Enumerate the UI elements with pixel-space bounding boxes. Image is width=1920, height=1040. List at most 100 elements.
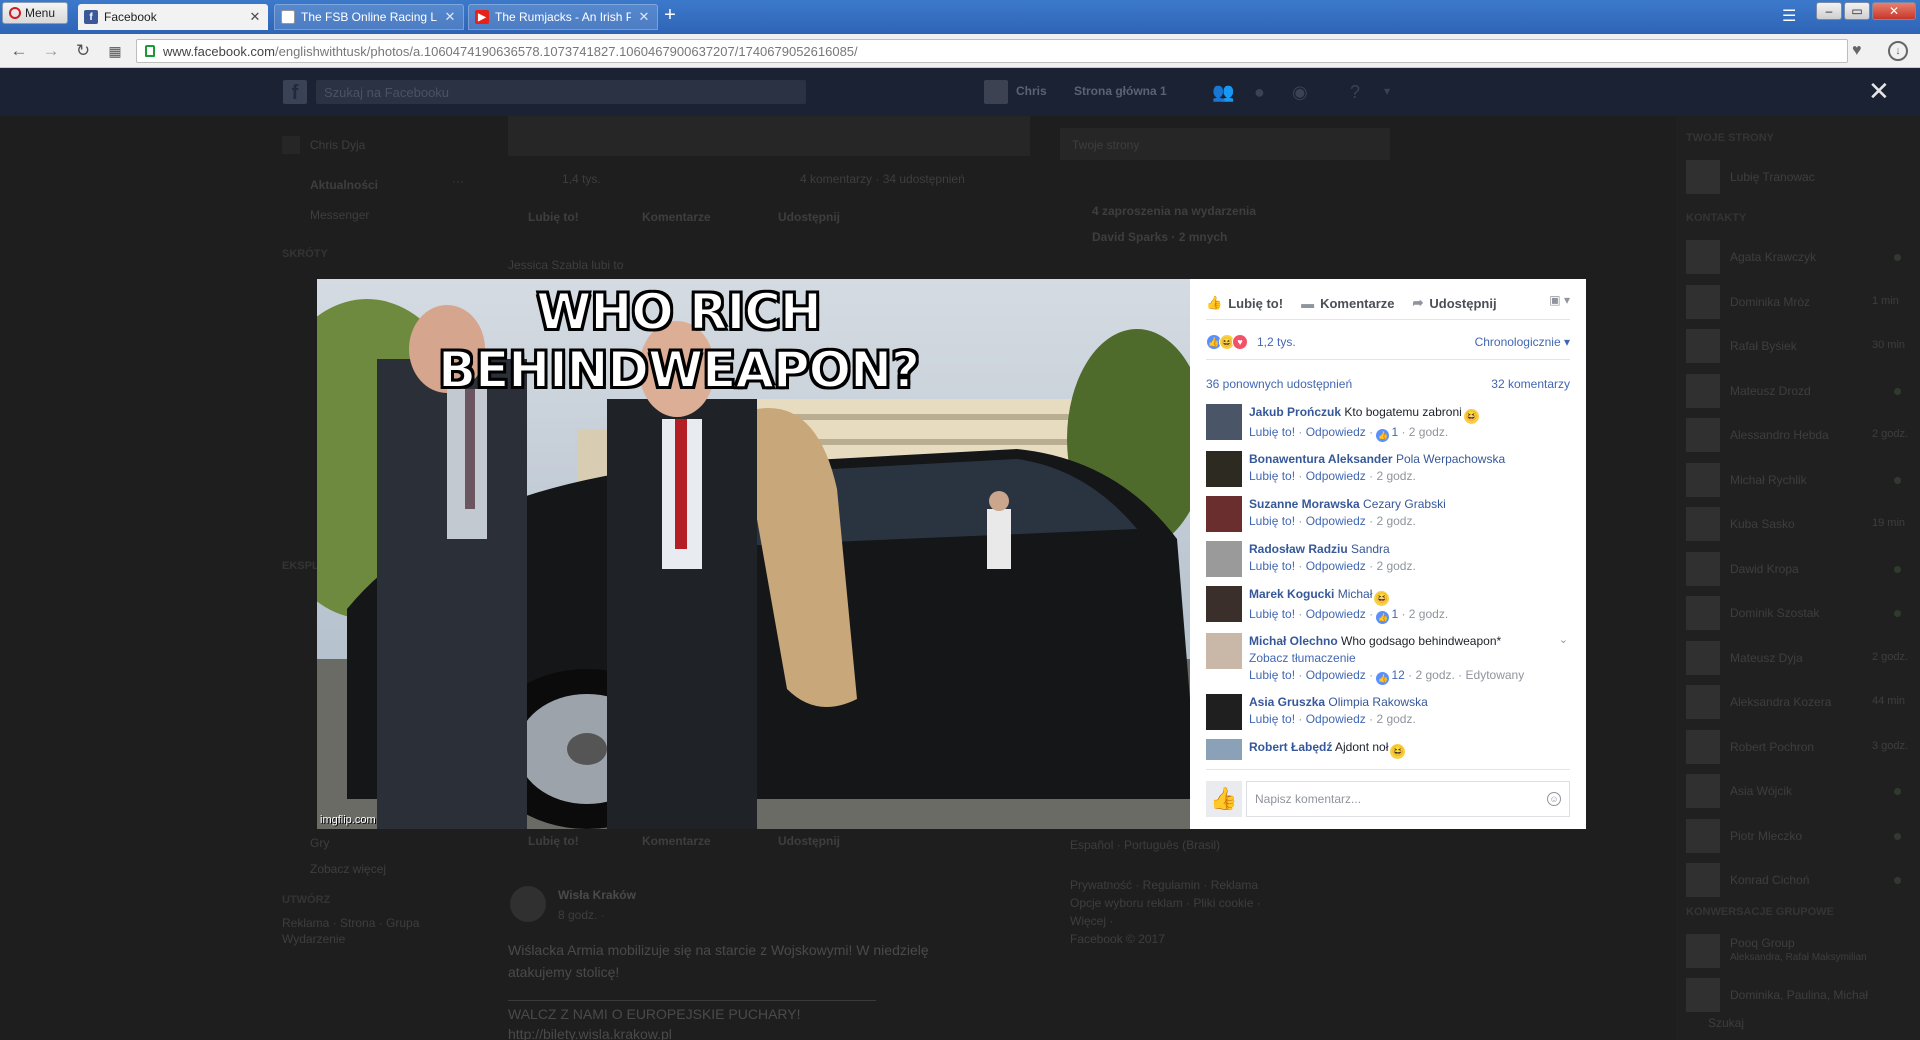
your-pages-label[interactable]: Twoje strony: [1072, 138, 1139, 152]
comment-likes[interactable]: 👍 1: [1376, 425, 1398, 442]
window-close-button[interactable]: ✕: [1872, 2, 1916, 20]
reaction-summary[interactable]: 👍 😆 ♥ 1,2 tys.: [1206, 334, 1296, 350]
left-nav-profile[interactable]: Chris Dyja: [310, 138, 365, 152]
comment-reply-link[interactable]: Odpowiedz: [1306, 607, 1366, 621]
contact-name[interactable]: Aleksandra Kozera: [1730, 695, 1831, 709]
contact-avatar[interactable]: [1686, 329, 1720, 363]
left-nav-more-icon[interactable]: ···: [452, 174, 464, 188]
comment-like-link[interactable]: Lubię to!: [1249, 668, 1295, 682]
messages-icon[interactable]: ●: [1254, 82, 1265, 103]
comment-text[interactable]: Michał: [1338, 587, 1373, 601]
commenter-avatar[interactable]: [1206, 586, 1242, 622]
tab-menu-icon[interactable]: ☰: [1782, 6, 1796, 26]
page-avatar[interactable]: [1686, 160, 1720, 194]
comment-input[interactable]: Napisz komentarz... ☺: [1246, 781, 1570, 817]
comment-text[interactable]: Cezary Grabski: [1363, 497, 1446, 511]
group-name-1[interactable]: Pooq Group: [1730, 936, 1795, 950]
contact-name[interactable]: Konrad Cichoń: [1730, 873, 1809, 887]
comment-like-link[interactable]: Lubię to!: [1249, 607, 1295, 621]
contact-name[interactable]: Mateusz Dyja: [1730, 651, 1803, 665]
account-menu-icon[interactable]: ▾: [1384, 84, 1390, 98]
commenter-avatar[interactable]: [1206, 404, 1242, 440]
comment-time[interactable]: 2 godz.: [1376, 559, 1415, 573]
group-avatar-2[interactable]: [1686, 978, 1720, 1012]
comment-reply-link[interactable]: Odpowiedz: [1306, 559, 1366, 573]
post2-link[interactable]: http://bilety.wisla.krakow.pl: [508, 1026, 672, 1040]
see-translation-link[interactable]: Zobacz tłumaczenie: [1249, 651, 1356, 665]
feed-comment-button[interactable]: Komentarze: [642, 210, 711, 224]
feed-comment-button-2[interactable]: Komentarze: [642, 834, 711, 848]
contact-name[interactable]: Agata Krawczyk: [1730, 250, 1816, 264]
tab-close-icon[interactable]: ✕: [443, 9, 457, 25]
comment-like-link[interactable]: Lubię to!: [1249, 469, 1295, 483]
contact-name[interactable]: Michał Rychlik: [1730, 473, 1807, 487]
notifications-icon[interactable]: ◉: [1292, 82, 1308, 103]
commenter-avatar[interactable]: [1206, 633, 1242, 669]
comment-reply-link[interactable]: Odpowiedz: [1306, 425, 1366, 439]
tab-rumjacks[interactable]: ▶ The Rumjacks - An Irish Pu ✕: [468, 4, 658, 30]
languages[interactable]: Español · Português (Brasil): [1070, 838, 1220, 852]
comment-order-dropdown[interactable]: Chronologicznie ▾: [1475, 335, 1570, 349]
contact-name[interactable]: Alessandro Hebda: [1730, 428, 1829, 442]
emoji-picker-icon[interactable]: ☺: [1547, 792, 1561, 806]
shares-link[interactable]: 36 ponownych udostępnień: [1206, 377, 1352, 391]
contact-avatar[interactable]: [1686, 818, 1720, 853]
commenter-name[interactable]: Asia Gruszka: [1249, 695, 1325, 709]
left-nav-news-feed[interactable]: Aktualności: [310, 178, 378, 192]
left-nav-messenger[interactable]: Messenger: [310, 208, 369, 222]
contact-avatar[interactable]: [1686, 507, 1720, 541]
reload-icon[interactable]: ↻: [72, 41, 94, 61]
speed-dial-icon[interactable]: ▦: [104, 41, 126, 61]
photo-comment-button[interactable]: ▬ Komentarze: [1301, 296, 1394, 311]
feed-like-button-2[interactable]: Lubię to!: [528, 834, 579, 848]
comment-likes[interactable]: 👍 1: [1376, 607, 1398, 624]
chat-search-input[interactable]: Szukaj: [1708, 1016, 1744, 1030]
contact-avatar[interactable]: [1686, 462, 1720, 497]
contact-avatar[interactable]: [1686, 729, 1720, 764]
reaction-count[interactable]: 1,2 tys.: [1257, 335, 1296, 349]
create-event[interactable]: Wydarzenie: [282, 932, 345, 946]
group-name-2[interactable]: Dominika, Paulina, Michał: [1730, 988, 1868, 1002]
birthday-reminder[interactable]: David Sparks · 2 mnych: [1092, 230, 1227, 244]
home-link[interactable]: Strona główna 1: [1074, 84, 1167, 98]
user-name[interactable]: Chris: [1016, 84, 1047, 98]
commenter-avatar[interactable]: [1206, 496, 1242, 532]
commenter-avatar[interactable]: [1206, 694, 1242, 730]
contact-avatar[interactable]: [1686, 284, 1720, 319]
sidebar-page-name[interactable]: Lubię Tranowac: [1730, 170, 1815, 184]
contact-name[interactable]: Mateusz Drozd: [1730, 384, 1811, 398]
feed-share-button-2[interactable]: Udostępnij: [778, 834, 840, 848]
comment-reply-link[interactable]: Odpowiedz: [1306, 712, 1366, 726]
new-tab-button[interactable]: +: [660, 5, 680, 26]
comment-like-link[interactable]: Lubię to!: [1249, 425, 1295, 439]
left-nav-games[interactable]: Gry: [310, 836, 329, 850]
comment-time[interactable]: 2 godz.: [1409, 425, 1448, 439]
feed-like-button[interactable]: Lubię to!: [528, 210, 579, 224]
download-icon[interactable]: ↓: [1888, 41, 1908, 61]
page-voice-selector-icon[interactable]: ▣ ▾: [1549, 293, 1570, 307]
footer-links-2[interactable]: Opcje wyboru reklam · Pliki cookie ·: [1070, 896, 1261, 910]
commenter-name[interactable]: Marek Kogucki: [1249, 587, 1334, 601]
commenter-name[interactable]: Bonawentura Aleksander: [1249, 452, 1393, 466]
contact-name[interactable]: Dominika Mróz: [1730, 295, 1810, 309]
create-links[interactable]: Reklama · Strona · Grupa: [282, 916, 419, 930]
photo-share-button[interactable]: ➦ Udostępnij: [1413, 295, 1497, 311]
commenter-name[interactable]: Jakub Prończuk: [1249, 405, 1341, 419]
comment-options-chevron-icon[interactable]: ⌄: [1559, 633, 1568, 646]
photo-like-button[interactable]: 👍 Lubię to!: [1206, 295, 1283, 311]
comment-like-link[interactable]: Lubię to!: [1249, 514, 1295, 528]
contact-name[interactable]: Robert Pochron: [1730, 740, 1814, 754]
commenter-avatar[interactable]: [1206, 541, 1242, 577]
comment-likes[interactable]: 👍 12: [1376, 668, 1405, 685]
commenter-avatar[interactable]: [1206, 739, 1242, 760]
commenter-name[interactable]: Michał Olechno: [1249, 634, 1338, 648]
comment-text[interactable]: Sandra: [1351, 542, 1390, 556]
feed-comments-shares[interactable]: 4 komentarzy · 34 udostępnień: [800, 172, 965, 186]
footer-links-3[interactable]: Więcej ·: [1070, 914, 1113, 928]
left-nav-see-more[interactable]: Zobacz więcej: [310, 862, 386, 876]
contact-name[interactable]: Piotr Mleczko: [1730, 829, 1802, 843]
contact-avatar[interactable]: [1686, 774, 1720, 808]
maximize-button[interactable]: ▭: [1844, 2, 1870, 20]
tab-close-icon[interactable]: ✕: [637, 9, 651, 25]
contact-name[interactable]: Dominik Szostak: [1730, 606, 1819, 620]
